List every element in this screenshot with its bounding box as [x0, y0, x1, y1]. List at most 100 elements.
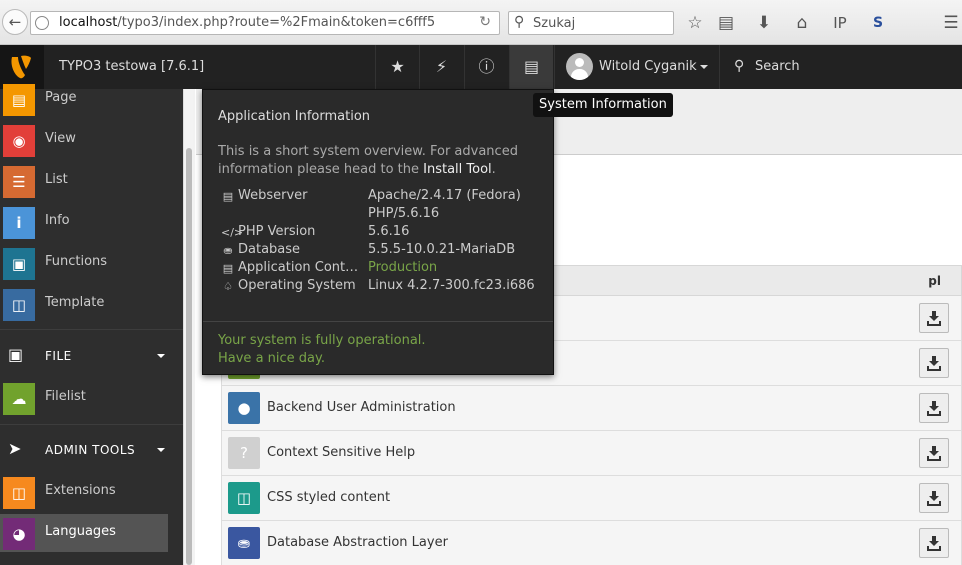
info-icon: i — [3, 207, 35, 239]
sidebar-item-template[interactable]: ◫ Template — [0, 285, 168, 323]
system-information-popup: Application Information This is a short … — [202, 89, 554, 375]
user-name: Witold Cyganik — [599, 59, 697, 74]
search-label: Search — [755, 59, 800, 74]
list-icon: ☰ — [3, 166, 35, 198]
site-name[interactable]: TYPO3 testowa [7.6.1] — [59, 59, 204, 74]
menu-icon[interactable]: ☰ — [940, 12, 962, 34]
info-row-webserver-php: PHP/5.6.16 — [368, 206, 440, 221]
sidebar-divider — [0, 424, 183, 425]
download-icon[interactable]: ⬇ — [753, 12, 775, 34]
table-row: ● Backend User Administration — [221, 386, 962, 431]
info-row-operating-system: ♤ Operating System Linux 4.2.7-300.fc23.… — [218, 278, 548, 296]
table-row: ? Context Sensitive Help — [221, 431, 962, 476]
module-sidebar: ▤ Page ◉ View ☰ List i Info ▣ Functions … — [0, 84, 183, 565]
url-bar[interactable]: localhost/typo3/index.php?route=%2Fmain&… — [30, 11, 500, 35]
reload-icon[interactable]: ↻ — [479, 14, 491, 30]
download-translation-button[interactable] — [919, 438, 949, 468]
sidebar-item-label: Extensions — [45, 483, 116, 498]
sidebar-item-list[interactable]: ☰ List — [0, 162, 168, 200]
scrollbar-thumb[interactable] — [186, 148, 192, 565]
linux-icon: ♤ — [223, 280, 233, 293]
sidebar-item-label: View — [45, 131, 76, 146]
globe-icon: ◕ — [3, 518, 35, 550]
help-icon: ? — [228, 437, 260, 469]
table-row: ⛂ Database Abstraction Layer — [221, 521, 962, 565]
sidebar-item-view[interactable]: ◉ View — [0, 121, 168, 159]
eye-icon: ◉ — [3, 125, 35, 157]
help-icon[interactable]: ⓘ — [464, 45, 508, 89]
row-label: Backend User Administration — [267, 400, 456, 415]
table-row: ◫ CSS styled content — [221, 476, 962, 521]
sidebar-item-filelist[interactable]: ☁ Filelist — [0, 379, 168, 417]
group-label: FILE — [45, 349, 72, 363]
ip-addon-icon[interactable]: IP — [829, 12, 851, 34]
sidebar-item-functions[interactable]: ▣ Functions — [0, 244, 168, 282]
search-placeholder: Szukaj — [533, 16, 576, 31]
download-translation-button[interactable] — [919, 528, 949, 558]
sidebar-item-extensions[interactable]: ◫ Extensions — [0, 473, 168, 511]
sidebar-group-file[interactable]: ▣ FILE — [0, 337, 183, 377]
chevron-down-icon — [700, 65, 708, 69]
download-translation-button[interactable] — [919, 393, 949, 423]
sidebar-item-label: Languages — [45, 524, 116, 539]
extensions-icon: ◫ — [3, 477, 35, 509]
chevron-down-icon — [157, 448, 165, 452]
system-status-message: Your system is fully operational. Have a… — [218, 333, 426, 366]
download-translation-button[interactable] — [919, 303, 949, 333]
system-information-icon[interactable]: ▤ — [509, 45, 553, 89]
download-translation-button[interactable] — [919, 348, 949, 378]
bookmark-star-icon[interactable]: ☆ — [684, 12, 706, 34]
sidebar-group-admin-tools[interactable]: ➤ ADMIN TOOLS — [0, 431, 183, 471]
columns-icon: ◫ — [228, 482, 260, 514]
sidebar-item-label: Template — [45, 295, 105, 310]
avatar — [566, 53, 593, 80]
row-label: Database Abstraction Layer — [267, 535, 448, 550]
browser-toolbar: ← localhost/typo3/index.php?route=%2Fmai… — [0, 0, 962, 45]
image-icon: ▣ — [8, 345, 24, 364]
reading-list-icon[interactable]: ▤ — [715, 12, 737, 34]
database-icon: ⛂ — [223, 244, 233, 257]
template-icon: ◫ — [3, 289, 35, 321]
popup-divider — [203, 321, 553, 322]
info-row-webserver: ▤ Webserver Apache/2.4.17 (Fedora) — [222, 188, 521, 203]
install-tool-link[interactable]: Install Tool — [423, 162, 492, 177]
sidebar-item-label: Functions — [45, 254, 108, 269]
backend-search[interactable]: ⚲ Search — [719, 45, 962, 89]
search-icon: ⚲ — [734, 58, 745, 74]
home-icon[interactable]: ⌂ — [791, 12, 813, 34]
url-text: localhost/typo3/index.php?route=%2Fmain&… — [59, 15, 436, 30]
rocket-icon: ➤ — [8, 439, 22, 458]
info-row-php-version: </> PHP Version 5.6.16 — [221, 224, 410, 239]
sidebar-item-info[interactable]: i Info — [0, 203, 168, 241]
chevron-down-icon — [157, 354, 165, 358]
back-icon[interactable]: ← — [2, 9, 28, 35]
code-icon: </> — [221, 226, 244, 239]
download-translation-button[interactable] — [919, 483, 949, 513]
sidebar-item-label: Filelist — [45, 389, 86, 404]
sidebar-item-languages[interactable]: ◕ Languages — [0, 514, 168, 552]
search-icon: ⚲ — [514, 14, 525, 30]
sidebar-item-page[interactable]: ▤ Page — [0, 80, 168, 118]
info-row-application-context: ▤ Application Context Production — [222, 260, 438, 275]
system-information-tooltip: System Information — [533, 93, 673, 117]
database-icon: ⛂ — [228, 527, 260, 559]
user-menu[interactable]: Witold Cyganik — [554, 45, 719, 89]
sidebar-item-label: Info — [45, 213, 70, 228]
filelist-icon: ☁ — [3, 383, 35, 415]
globe-icon — [35, 16, 49, 30]
toolbox-icon: ▣ — [3, 248, 35, 280]
clear-cache-bolt-icon[interactable]: ⚡ — [419, 45, 463, 89]
row-label: Context Sensitive Help — [267, 445, 416, 460]
sidebar-divider — [0, 329, 183, 330]
popup-description: This is a short system overview. For adv… — [218, 144, 518, 177]
user-icon: ● — [228, 392, 260, 424]
bookmarks-star-icon[interactable]: ★ — [375, 45, 419, 89]
row-label: CSS styled content — [267, 490, 391, 505]
server-icon: ▤ — [222, 262, 234, 275]
page-icon: ▤ — [3, 84, 35, 116]
info-row-database: ⛂ Database 5.5.5-10.0.21-MariaDB — [218, 242, 548, 260]
browser-search-input[interactable]: ⚲ Szukaj — [508, 11, 674, 35]
column-header-pl: pl — [928, 274, 941, 288]
s-addon-icon[interactable]: S — [867, 12, 889, 34]
group-label: ADMIN TOOLS — [45, 443, 136, 457]
